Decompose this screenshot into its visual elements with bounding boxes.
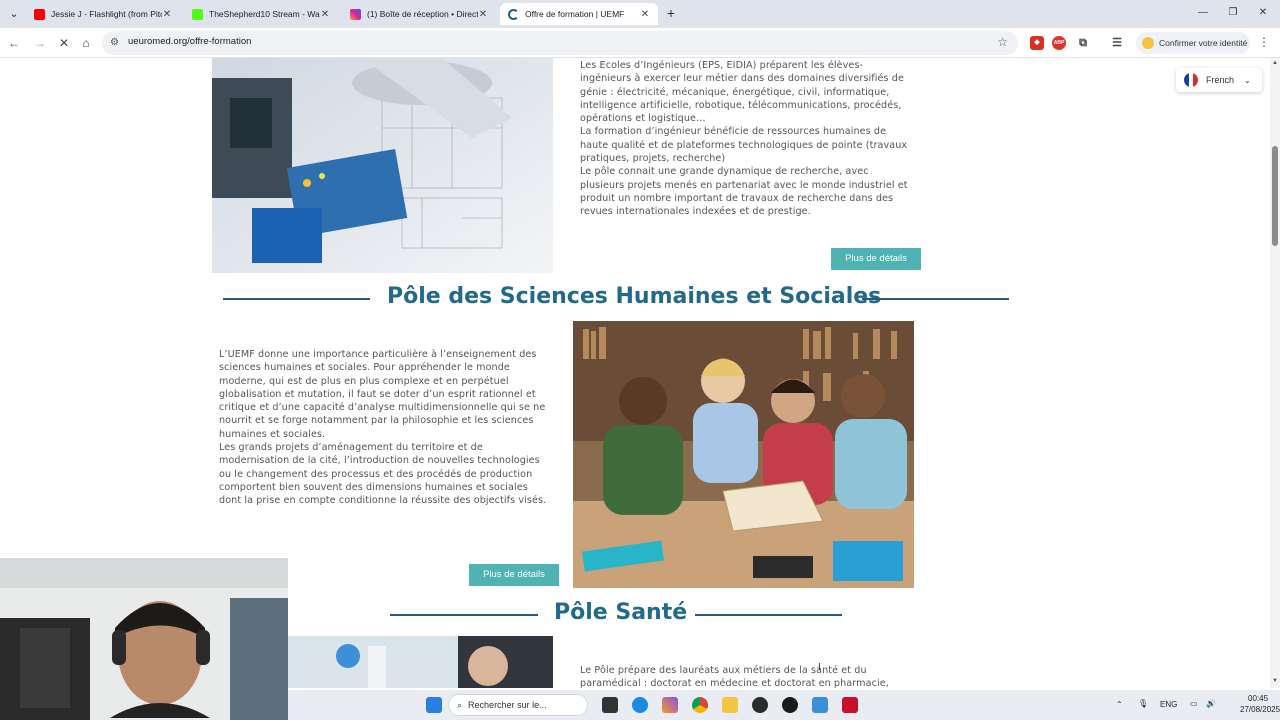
students-image xyxy=(573,321,914,588)
photos-icon[interactable] xyxy=(812,697,828,713)
instagram-icon xyxy=(350,8,361,20)
tab-youtube[interactable]: Jessie J - Flashlight (from Pitch ✕ xyxy=(26,3,180,25)
extension-icon[interactable]: ◆ xyxy=(1030,36,1044,50)
close-icon[interactable]: ✕ xyxy=(320,9,330,20)
engineering-details-button[interactable]: Plus de détails xyxy=(831,248,921,270)
reading-list-icon[interactable]: ☰ xyxy=(1110,36,1124,50)
windows-taskbar: ⌕ Rechercher sur le... ⌃ 🎙 ENG ▭ 🔊 00:45… xyxy=(288,690,1280,720)
close-icon[interactable]: ✕ xyxy=(640,9,650,20)
loading-icon xyxy=(508,8,519,20)
paragraph: Le Pôle prépare des lauréats aux métiers… xyxy=(580,665,889,688)
search-icon: ⌕ xyxy=(457,699,463,710)
section-title-humanities: Pôle des Sciences Humaines et Sociales xyxy=(387,284,882,309)
profile-icon xyxy=(1142,37,1154,49)
identity-button[interactable]: Confirmer votre identité xyxy=(1136,32,1250,54)
page-scrollbar[interactable]: ▲ ▼ xyxy=(1270,58,1280,688)
tab-uemf[interactable]: Offre de formation | UEMF ✕ xyxy=(500,3,658,25)
stop-loading-icon[interactable]: ✕ xyxy=(56,35,72,51)
volume-icon[interactable]: 🔊 xyxy=(1206,699,1216,708)
engineering-description: Les Ecoles d’Ingénieurs (EPS, EIDIA) pré… xyxy=(580,59,910,219)
copilot-icon[interactable] xyxy=(662,697,678,713)
bookmark-star-icon[interactable]: ☆ xyxy=(997,35,1008,49)
new-tab-button[interactable]: + xyxy=(663,4,679,22)
divider xyxy=(695,614,842,616)
file-explorer-icon[interactable] xyxy=(722,697,738,713)
paragraph: Le pôle connait une grande dynamique de … xyxy=(580,166,908,218)
home-icon[interactable]: ⌂ xyxy=(78,35,94,51)
scroll-down-icon[interactable]: ▼ xyxy=(1271,678,1279,686)
address-bar[interactable]: ⚙ ueuromed.org/offre-formation ☆ xyxy=(102,31,1018,55)
divider xyxy=(223,298,370,300)
close-window-icon[interactable]: ✕ xyxy=(1256,5,1270,21)
input-language[interactable]: ENG xyxy=(1160,700,1177,709)
adblock-label: ABP xyxy=(1053,40,1065,46)
edge-icon[interactable] xyxy=(632,697,648,713)
tab-label: Offre de formation | UEMF xyxy=(525,9,625,19)
url-text[interactable]: ueuromed.org/offre-formation xyxy=(128,36,251,47)
section-title-health: Pôle Santé xyxy=(554,600,688,625)
health-image xyxy=(288,636,553,688)
close-icon[interactable]: ✕ xyxy=(162,9,172,20)
back-icon[interactable]: ← xyxy=(6,35,22,51)
webcam-overlay xyxy=(0,558,288,720)
scrollbar-thumb[interactable] xyxy=(1272,146,1278,246)
taskbar-search[interactable]: ⌕ Rechercher sur le... xyxy=(448,694,588,716)
tab-label: (1) Boîte de réception • Direct xyxy=(367,9,478,19)
adblock-icon[interactable]: ABP xyxy=(1052,36,1066,50)
scroll-up-icon[interactable]: ▲ xyxy=(1271,60,1279,68)
tab-label: Jessie J - Flashlight (from Pitch xyxy=(51,9,162,19)
language-selector[interactable]: French ⌄ xyxy=(1176,68,1262,92)
site-info-icon[interactable]: ⚙ xyxy=(110,37,122,49)
app-icon[interactable] xyxy=(782,697,798,713)
humanities-description: L’UEMF donne une importance particulière… xyxy=(219,348,551,508)
forward-icon[interactable]: → xyxy=(32,35,48,51)
microphone-icon[interactable]: 🎙 xyxy=(1138,699,1148,708)
humanities-details-button[interactable]: Plus de détails xyxy=(469,564,559,586)
tab-instagram[interactable]: (1) Boîte de réception • Direct ✕ xyxy=(342,3,496,25)
app-icon[interactable] xyxy=(842,697,858,713)
tab-label: TheShepherd10 Stream - Watch xyxy=(209,9,320,19)
kick-icon xyxy=(192,8,203,20)
show-hidden-icons[interactable]: ⌃ xyxy=(1116,700,1123,709)
identity-label: Confirmer votre identité xyxy=(1159,38,1248,48)
windows-start-icon[interactable] xyxy=(426,697,442,713)
puzzle-icon[interactable]: ⧉ xyxy=(1076,36,1090,50)
chrome-icon[interactable] xyxy=(692,697,708,713)
engineering-image xyxy=(212,58,553,273)
language-label: French xyxy=(1206,75,1235,85)
menu-icon[interactable]: ⋮ xyxy=(1258,35,1270,49)
clock-date[interactable]: 27/08/2025 xyxy=(1240,705,1280,714)
divider xyxy=(862,298,1009,300)
browser-toolbar: ← → ✕ ⌂ ⚙ ueuromed.org/offre-formation ☆… xyxy=(0,28,1280,58)
clock-time[interactable]: 00:45 xyxy=(1248,694,1268,703)
paragraph: Les grands projets d’aménagement du terr… xyxy=(219,442,547,507)
youtube-icon xyxy=(34,8,45,20)
health-description: Le Pôle prépare des lauréats aux métiers… xyxy=(580,664,910,688)
paragraph: L’UEMF donne une importance particulière… xyxy=(219,349,546,440)
tab-kick[interactable]: TheShepherd10 Stream - Watch ✕ xyxy=(184,3,338,25)
paragraph: La formation d’ingénieur bénéficie de re… xyxy=(580,126,908,165)
close-icon[interactable]: ✕ xyxy=(478,9,488,20)
search-placeholder: Rechercher sur le... xyxy=(468,700,547,710)
obs-icon[interactable] xyxy=(752,697,768,713)
france-flag-icon xyxy=(1184,73,1198,87)
paragraph: Les Ecoles d’Ingénieurs (EPS, EIDIA) pré… xyxy=(580,60,904,125)
network-icon[interactable]: ▭ xyxy=(1190,699,1198,708)
chevron-down-icon: ⌄ xyxy=(1244,75,1251,85)
text-cursor-icon: I xyxy=(818,662,821,673)
tab-search-icon[interactable]: ⌄ xyxy=(6,6,22,22)
tab-strip: ⌄ Jessie J - Flashlight (from Pitch ✕ Th… xyxy=(0,0,1280,28)
task-view-icon[interactable] xyxy=(602,697,618,713)
divider xyxy=(390,614,538,616)
minimize-icon[interactable]: — xyxy=(1196,5,1210,21)
restore-icon[interactable]: ❐ xyxy=(1226,5,1240,21)
